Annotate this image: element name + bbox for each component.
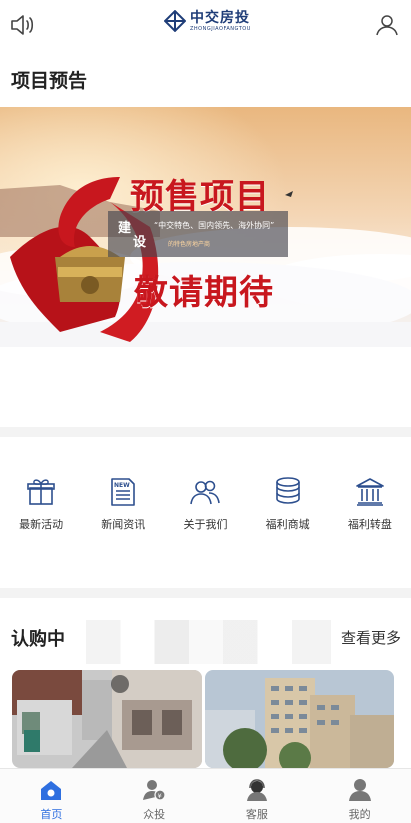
service-icon: [246, 779, 267, 801]
speaker-icon[interactable]: [10, 13, 36, 37]
coins-icon: [275, 477, 300, 504]
menu-item-mall[interactable]: 福利商城: [247, 476, 329, 538]
menu-item-label: 福利转盘: [347, 518, 392, 531]
tab-label: 客服: [245, 808, 268, 821]
quick-menu: 最新活动 NEW 新闻资讯 关于我们 福利商城 福利转盘: [0, 476, 411, 538]
tab-label: 我的: [348, 808, 371, 821]
banner-slogan-box: 建 设 “中交特色、国内领先、海外协同” 的特色房地产商: [108, 211, 288, 257]
project-photo: [12, 670, 202, 768]
home-icon: [41, 781, 62, 800]
project-card[interactable]: [12, 670, 202, 768]
banner-slogan: “中交特色、国内领先、海外协同”: [154, 221, 275, 230]
promo-banner[interactable]: 预售项目 建 设 “中交特色、国内领先、海外协同” 的特色房地产商 敬请期待: [0, 107, 411, 347]
banner-headline-bottom: 敬请期待: [134, 273, 274, 313]
menu-item-label: 福利商城: [265, 518, 310, 531]
news-icon: NEW: [111, 478, 136, 506]
banner-subline: 的特色房地产商: [168, 241, 211, 248]
top-bar: 中交房投 ZHONGJIAOFANGTOU: [0, 0, 411, 50]
tab-home[interactable]: 首页: [0, 769, 103, 823]
section-title-preview: 项目预告: [11, 70, 88, 92]
view-more-link[interactable]: 查看更多: [341, 627, 401, 648]
banner-char-1: 建: [118, 221, 132, 236]
menu-item-label: 关于我们: [183, 518, 228, 531]
tab-label: 首页: [40, 808, 63, 821]
gift-icon: [27, 479, 55, 505]
project-photo: [205, 670, 394, 768]
banner-char-2: 设: [133, 235, 147, 250]
section-divider: [0, 427, 411, 437]
bank-icon: [356, 478, 384, 506]
svg-text:¥: ¥: [158, 792, 162, 800]
logo-mark-icon: [164, 10, 186, 32]
logo-subtext: ZHONGJIAOFANGTOU: [190, 25, 251, 32]
user-icon[interactable]: [375, 13, 399, 37]
invest-icon: ¥: [143, 780, 166, 801]
menu-item-wheel[interactable]: 福利转盘: [329, 476, 411, 538]
pixelated-watermark: [86, 620, 331, 664]
bottom-tab-bar: 首页 ¥ 众投 客服 我的: [0, 768, 411, 823]
menu-item-label: 最新活动: [19, 518, 64, 531]
project-card[interactable]: [205, 670, 394, 768]
people-icon: [190, 480, 221, 505]
tab-service[interactable]: 客服: [206, 769, 309, 823]
svg-text:NEW: NEW: [114, 482, 130, 489]
logo-text: 中交房投: [190, 9, 250, 26]
menu-item-news[interactable]: NEW 新闻资讯: [82, 476, 164, 538]
profile-icon: [348, 779, 371, 801]
section-title-subscribing: 认购中: [11, 629, 65, 650]
tab-label: 众投: [143, 808, 166, 821]
tab-invest[interactable]: ¥ 众投: [103, 769, 206, 823]
menu-item-about[interactable]: 关于我们: [164, 476, 246, 538]
menu-item-label: 新闻资讯: [101, 518, 146, 531]
section-divider: [0, 588, 411, 598]
brand-logo: 中交房投 ZHONGJIAOFANGTOU: [164, 7, 251, 35]
tab-profile[interactable]: 我的: [308, 769, 411, 823]
menu-item-activities[interactable]: 最新活动: [0, 476, 82, 538]
